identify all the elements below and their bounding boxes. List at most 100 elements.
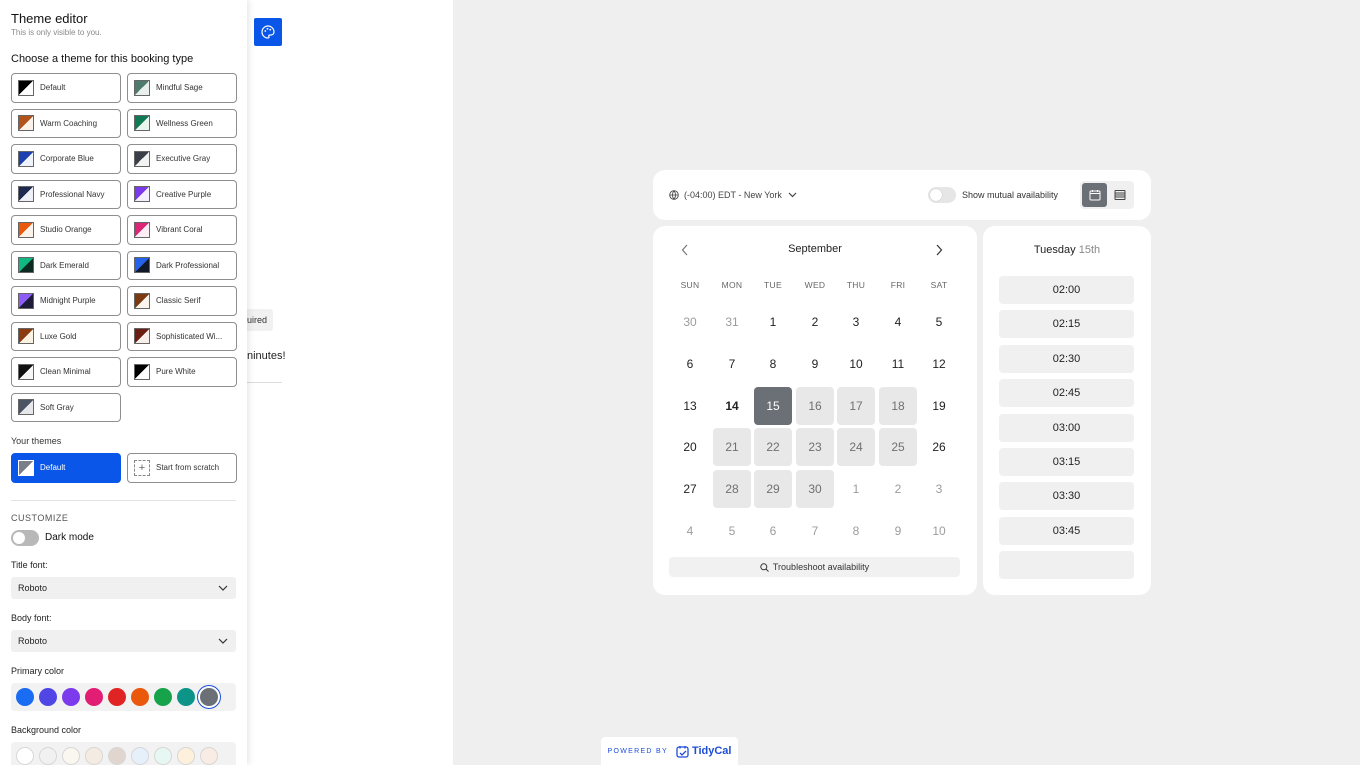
calendar-day[interactable]: 21 (713, 428, 751, 467)
time-slot-button[interactable]: 03:30 (999, 482, 1134, 511)
theme-option-button[interactable]: Classic Serif (127, 286, 237, 316)
calendar-day[interactable]: 25 (879, 428, 917, 467)
calendar-day[interactable]: 30 (796, 470, 834, 509)
calendar-day[interactable]: 7 (713, 345, 751, 383)
calendar-day[interactable]: 9 (796, 345, 834, 383)
time-slot-button[interactable]: 02:30 (999, 344, 1134, 373)
calendar-day[interactable]: 23 (796, 428, 834, 467)
primary-color-swatch[interactable] (131, 687, 149, 706)
calendar-day[interactable]: 1 (754, 303, 792, 341)
theme-swatch-icon (18, 115, 34, 132)
primary-color-swatch[interactable] (16, 687, 34, 706)
background-color-swatch[interactable] (85, 746, 103, 765)
primary-color-swatch[interactable] (62, 687, 80, 706)
background-color-swatch[interactable] (62, 746, 80, 765)
theme-editor-subtitle: This is only visible to you. (11, 28, 102, 37)
theme-option-button[interactable]: Luxe Gold (11, 321, 121, 351)
calendar-day[interactable]: 18 (879, 386, 917, 425)
calendar-day[interactable]: 13 (671, 387, 709, 425)
theme-option-button[interactable]: Midnight Purple (11, 286, 121, 316)
theme-option-button[interactable]: Professional Navy (11, 179, 121, 209)
tidycal-logo-icon (676, 745, 689, 758)
calendar-day[interactable]: 17 (837, 386, 875, 425)
background-color-swatch[interactable] (131, 746, 149, 765)
calendar-day[interactable]: 5 (920, 303, 958, 341)
theme-option-button[interactable]: Mindful Sage (127, 73, 237, 103)
calendar-day[interactable]: 14 (713, 387, 751, 425)
theme-option-button[interactable]: Corporate Blue (11, 144, 121, 174)
timezone-selector[interactable]: (-04:00) EDT - New York (669, 190, 802, 200)
background-color-swatch[interactable] (39, 746, 57, 765)
theme-option-button[interactable]: Vibrant Coral (127, 215, 237, 245)
title-font-value: Roboto (18, 582, 48, 593)
time-slot-button[interactable]: 03:45 (999, 516, 1134, 545)
background-color-swatch[interactable] (177, 746, 195, 765)
theme-option-button[interactable]: Creative Purple (127, 179, 237, 209)
primary-color-swatch[interactable] (177, 687, 195, 706)
time-slot-button[interactable] (999, 551, 1134, 580)
theme-option-button[interactable]: Studio Orange (11, 215, 121, 245)
theme-swatch-icon (134, 221, 150, 238)
calendar-day[interactable]: 6 (671, 345, 709, 383)
calendar-day[interactable]: 24 (837, 428, 875, 467)
calendar-day[interactable]: 15 (754, 386, 792, 425)
time-slot-button[interactable]: 03:15 (999, 448, 1134, 476)
theme-option-button[interactable]: Dark Professional (127, 250, 237, 280)
theme-option-button[interactable]: Default (11, 73, 121, 103)
calendar-day[interactable]: 2 (796, 303, 834, 341)
theme-option-button[interactable]: Sophisticated Wi... (127, 321, 237, 351)
theme-option-label: Clean Minimal (40, 367, 91, 377)
theme-option-button[interactable]: Warm Coaching (11, 108, 121, 138)
calendar-day[interactable]: 12 (920, 345, 958, 383)
calendar-day[interactable]: 10 (837, 345, 875, 383)
calendar-day[interactable]: 26 (920, 428, 958, 466)
title-font-select[interactable]: Roboto (11, 576, 236, 599)
list-view-button[interactable] (1107, 183, 1132, 207)
calendar-view-button[interactable] (1082, 183, 1107, 207)
background-color-swatch[interactable] (16, 746, 34, 765)
theme-option-button[interactable]: Pure White (127, 357, 237, 387)
primary-color-swatch[interactable] (200, 687, 218, 706)
theme-option-button[interactable]: Wellness Green (127, 108, 237, 138)
theme-option-button[interactable]: Soft Gray (11, 392, 121, 422)
calendar-day[interactable]: 8 (754, 345, 792, 383)
calendar-day[interactable]: 28 (713, 470, 751, 509)
chevron-right-icon[interactable] (935, 244, 943, 256)
calendar-day[interactable]: 3 (837, 303, 875, 341)
background-color-swatch[interactable] (200, 746, 218, 765)
dark-mode-toggle[interactable] (11, 529, 39, 546)
background-color-swatch[interactable] (154, 746, 172, 765)
your-theme-default-button[interactable]: Default (11, 453, 121, 483)
time-slot-button[interactable]: 03:00 (999, 413, 1134, 442)
calendar-day[interactable]: 16 (796, 386, 834, 425)
theme-editor-panel: Theme editor This is only visible to you… (0, 0, 247, 765)
calendar-day[interactable]: 29 (754, 470, 792, 509)
calendar-day[interactable]: 27 (671, 470, 709, 508)
body-font-select[interactable]: Roboto (11, 629, 236, 652)
primary-color-swatch[interactable] (39, 687, 57, 706)
mutual-availability-toggle[interactable] (928, 187, 956, 203)
calendar-day[interactable]: 11 (879, 345, 917, 383)
time-slot-button[interactable]: 02:45 (999, 379, 1134, 408)
troubleshoot-availability-button[interactable]: Troubleshoot availability (669, 557, 960, 577)
theme-swatch-icon (18, 186, 34, 203)
calendar-day[interactable]: 22 (754, 428, 792, 467)
powered-by-badge[interactable]: POWERED BY TidyCal (601, 737, 738, 765)
theme-option-button[interactable]: Clean Minimal (11, 357, 121, 387)
calendar-day[interactable]: 4 (879, 303, 917, 341)
troubleshoot-availability-label: Troubleshoot availability (772, 562, 870, 572)
time-slot-button[interactable]: 02:15 (999, 310, 1134, 339)
theme-option-button[interactable]: Executive Gray (127, 144, 237, 174)
primary-color-swatch[interactable] (154, 687, 172, 706)
primary-color-swatch[interactable] (85, 687, 103, 706)
theme-swatch-icon (134, 79, 150, 96)
scheduler-top-bar: (-04:00) EDT - New York Show mutual avai… (653, 170, 1151, 220)
theme-editor-toggle-button[interactable] (254, 18, 282, 46)
theme-option-button[interactable]: Dark Emerald (11, 250, 121, 280)
primary-color-swatch[interactable] (108, 687, 126, 706)
start-from-scratch-button[interactable]: + Start from scratch (127, 453, 237, 483)
calendar-day[interactable]: 20 (671, 428, 709, 466)
calendar-day[interactable]: 19 (920, 387, 958, 425)
time-slot-button[interactable]: 02:00 (999, 276, 1134, 304)
background-color-swatch[interactable] (108, 746, 126, 765)
